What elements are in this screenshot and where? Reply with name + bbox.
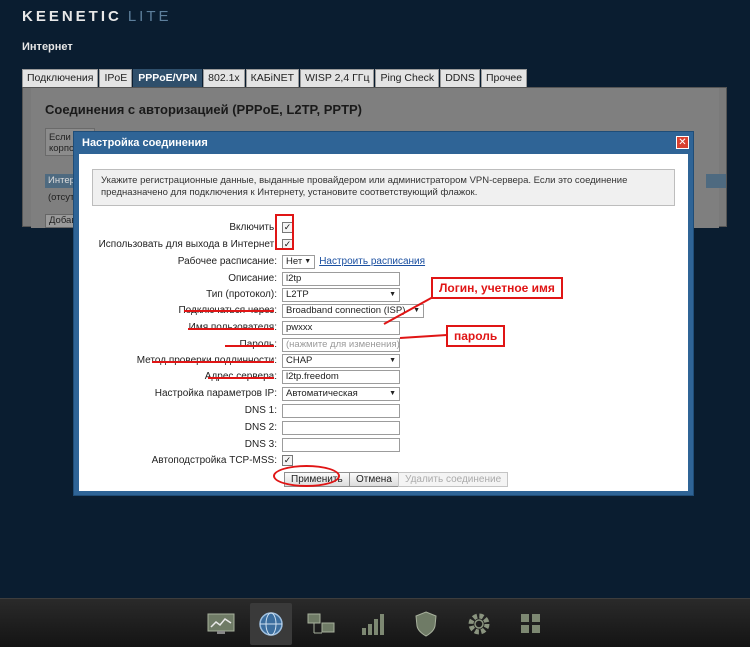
password-callout: пароль bbox=[446, 325, 506, 347]
shield-icon[interactable] bbox=[405, 603, 447, 645]
login-callout: Логин, учетное имя bbox=[431, 277, 563, 299]
login-callout-line bbox=[383, 296, 434, 325]
bottom-taskbar bbox=[0, 598, 750, 647]
globe-icon[interactable] bbox=[250, 603, 292, 645]
annotation-arrows bbox=[383, 296, 448, 339]
monitor-chart-icon[interactable] bbox=[200, 603, 242, 645]
apps-grid-icon[interactable] bbox=[510, 603, 552, 645]
gear-icon[interactable] bbox=[458, 603, 500, 645]
password-callout-line bbox=[399, 334, 448, 339]
network-computers-icon[interactable] bbox=[300, 603, 342, 645]
signal-bars-icon[interactable] bbox=[352, 603, 394, 645]
